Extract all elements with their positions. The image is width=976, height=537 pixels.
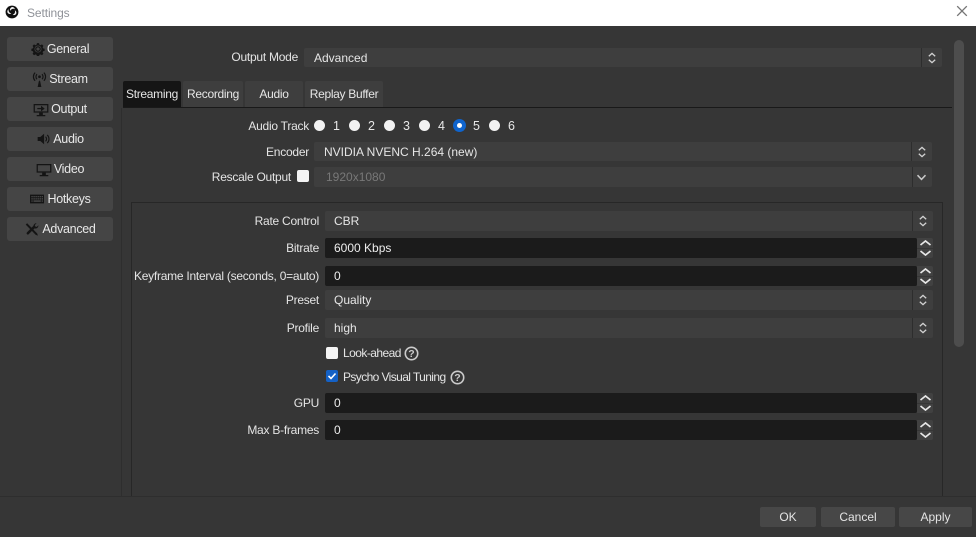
- svg-text:?: ?: [454, 372, 460, 384]
- svg-text:?: ?: [408, 348, 414, 360]
